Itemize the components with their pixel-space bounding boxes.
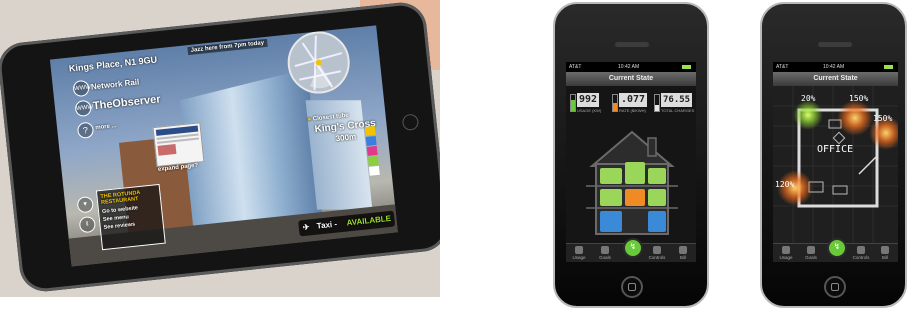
room-label: OFFICE [817, 144, 854, 155]
home-button[interactable] [401, 113, 420, 132]
usage-icon [575, 246, 583, 254]
tab-bar: Usage Goals ↯ Controls Bill [773, 238, 898, 262]
battery-icon [682, 65, 691, 69]
charges-level-bar [654, 94, 660, 112]
floorplan-view[interactable]: 20% 150% 150% 120% OFFICE [773, 86, 898, 243]
goals-icon [601, 246, 609, 254]
controls-icon [653, 246, 661, 254]
heat-percentage: 150% [849, 94, 869, 103]
battery-icon [884, 65, 893, 69]
room-upper-center[interactable] [625, 189, 645, 206]
heat-percentage: 150% [873, 114, 893, 123]
taxi-label: Taxi - [316, 219, 338, 231]
heat-spot-green [793, 100, 823, 130]
location-title: Kings Place, N1 9GU [68, 54, 158, 74]
location-pin-icon[interactable]: ▼ [76, 195, 95, 214]
help-button[interactable]: ? [76, 121, 95, 140]
charges-value: 76.55 [661, 93, 693, 107]
tab-bill[interactable]: Bill [670, 246, 696, 260]
room-ground-center[interactable] [625, 211, 645, 232]
taxi-icon: ✈ [302, 222, 310, 233]
house-diagram[interactable] [586, 124, 678, 236]
charges-meter: 76.55 TOTAL CHARGES [654, 92, 696, 114]
room-ground-right[interactable] [648, 211, 666, 232]
tab-bill[interactable]: Bill [872, 246, 898, 260]
tab-controls[interactable]: Controls [848, 246, 874, 260]
goals-icon [807, 246, 815, 254]
status-bar: AT&T 10:42 AM [566, 62, 696, 72]
tab-controls[interactable]: Controls [644, 246, 670, 260]
network-rail-link[interactable]: Network Rail [91, 77, 140, 91]
radar-map[interactable] [284, 28, 353, 97]
usage-icon [782, 246, 790, 254]
usage-value: 992 [577, 93, 600, 107]
bill-icon [881, 246, 889, 254]
heat-spot-orange [837, 100, 873, 136]
home-button[interactable] [824, 276, 846, 298]
clock: 10:42 AM [823, 64, 845, 70]
status-bar: AT&T 10:42 AM [773, 62, 898, 72]
screen-title: Current State [773, 72, 898, 86]
heat-percentage: 20% [801, 94, 816, 103]
tab-usage[interactable]: Usage [773, 246, 799, 260]
web-icon[interactable]: WWW [72, 79, 91, 98]
event-notice[interactable]: Jazz here from 7pm today [187, 38, 268, 56]
cutlery-icon[interactable]: ‖ [78, 215, 97, 234]
controls-icon [857, 246, 865, 254]
room-attic-right[interactable] [648, 168, 666, 184]
tab-bar: Usage Goals ↯ Controls Bill [566, 238, 696, 262]
power-icon[interactable]: ↯ [623, 238, 643, 258]
usage-screen: AT&T 10:42 AM Current State 992 USAGE (K… [566, 62, 696, 262]
tab-goals[interactable]: Goals [798, 246, 824, 260]
clock: 10:42 AM [618, 64, 640, 70]
taxi-availability: AVAILABLE [346, 213, 392, 228]
observer-link[interactable]: TheObserver [92, 93, 161, 112]
screen-title: Current State [566, 72, 696, 86]
tab-usage[interactable]: Usage [566, 246, 592, 260]
room-attic-center[interactable] [625, 162, 645, 184]
ar-phone: Kings Place, N1 9GU Jazz here from 7pm t… [0, 0, 440, 294]
rate-label: RATE ($/KWH) [619, 108, 646, 113]
usage-label: USAGE (KW) [577, 108, 602, 113]
newspaper-preview[interactable] [152, 122, 205, 168]
earpiece [818, 42, 852, 47]
web-icon[interactable]: WWW [74, 99, 93, 118]
home-button[interactable] [621, 276, 643, 298]
bill-icon [679, 246, 687, 254]
restaurant-card[interactable]: THE ROTUNDA RESTAURANT Go to website See… [95, 183, 166, 251]
floorplan-screen: AT&T 10:42 AM Current State 20% 150% 150… [773, 62, 898, 262]
rate-level-bar [612, 94, 618, 112]
room-upper-left[interactable] [600, 189, 622, 206]
carrier: AT&T [569, 64, 582, 70]
ar-screen: Kings Place, N1 9GU Jazz here from 7pm t… [49, 25, 398, 267]
carrier: AT&T [776, 64, 789, 70]
usage-meter: 992 USAGE (KW) [570, 92, 610, 114]
room-ground-left[interactable] [600, 211, 622, 232]
rate-value: .077 [619, 93, 648, 107]
usage-level-bar [570, 94, 576, 112]
ar-photo: Kings Place, N1 9GU Jazz here from 7pm t… [0, 0, 440, 297]
rate-meter: .077 RATE ($/KWH) [612, 92, 652, 114]
heat-percentage: 120% [775, 180, 795, 189]
room-attic-left[interactable] [600, 168, 622, 184]
iphone-usage: AT&T 10:42 AM Current State 992 USAGE (K… [553, 2, 709, 308]
power-icon[interactable]: ↯ [827, 238, 847, 258]
tab-goals[interactable]: Goals [592, 246, 618, 260]
charges-label: TOTAL CHARGES [661, 108, 695, 113]
earpiece [615, 42, 649, 47]
more-link[interactable]: more ... [95, 123, 117, 131]
room-upper-right[interactable] [648, 189, 666, 206]
iphone-floorplan: AT&T 10:42 AM Current State 20% 150% 150… [760, 2, 907, 308]
